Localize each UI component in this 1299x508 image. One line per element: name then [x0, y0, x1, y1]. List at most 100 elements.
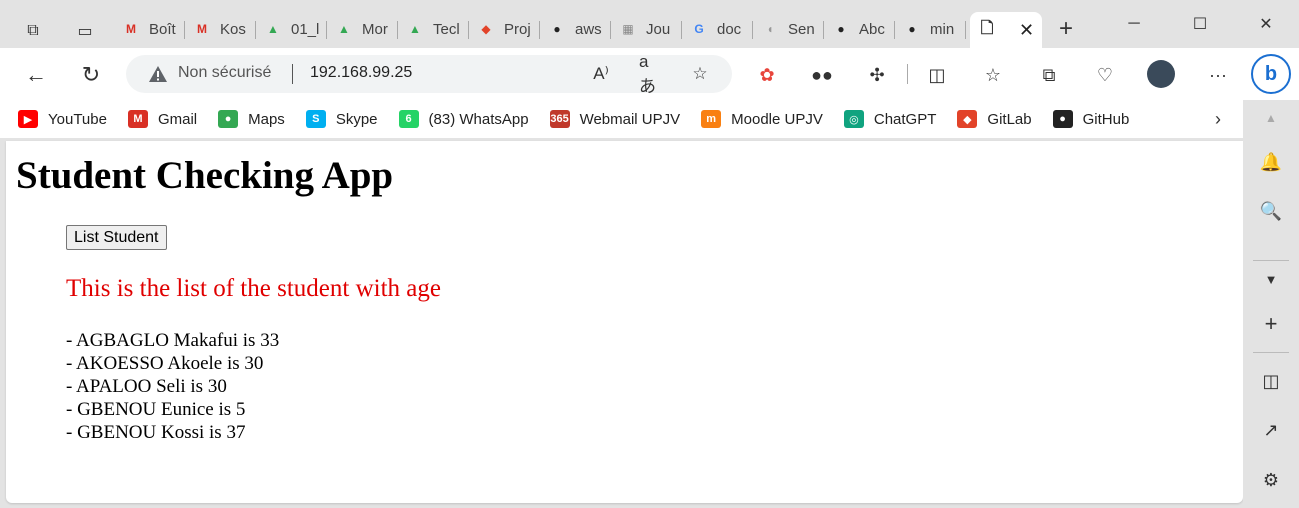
- tab-list: M Boît M Kos ▲ 01_l ▲ Mor ▲ Tecl ◆ Proj ● aws ▦ Jou Gdoc…: [114, 12, 1086, 48]
- read-aloud-icon[interactable]: A⁾: [590, 63, 612, 85]
- bookmarks-bar: ▶ YouTube M Gmail ● Maps S Skype 6 (83) WhatsApp 3…: [0, 100, 1243, 138]
- browser-tab[interactable]: Gdoc: [682, 12, 753, 46]
- page-icon: ▦: [622, 22, 634, 36]
- sidebar-separator: [1253, 260, 1289, 261]
- minimize-icon[interactable]: ─: [1101, 0, 1167, 48]
- settings-gear-icon[interactable]: ⚙: [1257, 466, 1285, 494]
- bookmark-github[interactable]: ● GitHub: [1052, 110, 1130, 128]
- chatgpt-icon: ◎: [843, 110, 864, 128]
- hide-sidebar-icon[interactable]: ◫: [1257, 367, 1285, 395]
- bing-copilot-icon[interactable]: b: [1251, 54, 1291, 94]
- bookmark-label: GitHub: [1082, 110, 1130, 128]
- page-icon: 🗋: [980, 19, 994, 37]
- tab-title: Tecl: [433, 20, 460, 38]
- browser-tab[interactable]: ◆ Proj: [469, 12, 540, 46]
- scroll-up-icon[interactable]: ▲: [1257, 104, 1285, 132]
- workspaces-icon[interactable]: ⧉: [16, 14, 50, 48]
- back-arrow-icon[interactable]: ←: [19, 58, 53, 92]
- address-bar[interactable]: Non sécurisé 192.168.99.25 A⁾ aあ ☆: [126, 52, 732, 96]
- browser-tab[interactable]: ◖ Sen: [753, 12, 824, 46]
- bookmark-webmail-upjv[interactable]: 365 Webmail UPJV: [549, 110, 681, 128]
- bookmark-gmail[interactable]: M Gmail: [127, 110, 198, 128]
- notification-bell-icon[interactable]: 🔔: [1257, 148, 1285, 176]
- bookmark-83-whatsapp[interactable]: 6 (83) WhatsApp: [398, 110, 529, 128]
- bookmark-label: ChatGPT: [873, 110, 937, 128]
- address-separator: [292, 64, 293, 84]
- url-text[interactable]: 192.168.99.25: [310, 64, 412, 82]
- external-link-icon[interactable]: ↗: [1257, 416, 1285, 444]
- search-icon[interactable]: 🔍: [1257, 197, 1285, 225]
- tab-title: Proj: [504, 20, 531, 38]
- google-drive-icon: ▲: [338, 22, 350, 36]
- list-student-button[interactable]: List Student: [66, 225, 167, 250]
- bookmark-moodle-upjv[interactable]: m Moodle UPJV: [701, 110, 823, 128]
- chevron-down-icon[interactable]: ▼: [1257, 265, 1285, 293]
- new-tab-icon[interactable]: +: [1046, 12, 1086, 46]
- gmail-icon: M: [126, 22, 136, 36]
- browser-tab[interactable]: ● Abc: [824, 12, 895, 46]
- gitlab-icon: ◆: [481, 22, 491, 36]
- window-close-icon[interactable]: ✕: [1233, 0, 1299, 48]
- browser-tab[interactable]: ▲ 01_l: [256, 12, 327, 46]
- bookmark-label: Webmail UPJV: [579, 110, 681, 128]
- list-caption: This is the list of the student with age: [66, 275, 441, 302]
- vertical-tabs-icon[interactable]: ▭: [68, 14, 102, 48]
- more-menu-icon[interactable]: ···: [1203, 60, 1233, 90]
- gmail-icon: M: [127, 110, 148, 128]
- github-icon: ●: [908, 22, 916, 36]
- bookmark-youtube[interactable]: ▶ YouTube: [18, 110, 107, 128]
- bookmark-skype[interactable]: S Skype: [305, 110, 378, 128]
- profile-avatar[interactable]: [1147, 60, 1175, 88]
- skype-icon: S: [305, 110, 326, 128]
- docker-icon: ◖: [766, 22, 774, 36]
- reload-icon[interactable]: ↻: [74, 58, 108, 92]
- extension-dots-icon[interactable]: ●●: [807, 60, 837, 90]
- bookmark-gitlab[interactable]: ◆ GitLab: [957, 110, 1032, 128]
- maximize-icon[interactable]: ☐: [1167, 0, 1233, 48]
- active-tab[interactable]: 🗋 ✕: [970, 12, 1042, 48]
- bookmark-label: YouTube: [48, 110, 107, 128]
- bookmark-label: Maps: [248, 110, 285, 128]
- browser-tab[interactable]: M Kos: [185, 12, 256, 46]
- bookmark-label: (83) WhatsApp: [428, 110, 529, 128]
- bookmark-label: Gmail: [157, 110, 198, 128]
- browser-tab[interactable]: ▲ Mor: [327, 12, 398, 46]
- student-list-item: - APALOO Seli is 30: [66, 376, 227, 397]
- browser-tab[interactable]: ▦ Jou: [611, 12, 682, 46]
- browser-window: ⧉ ▭ M Boît M Kos ▲ 01_l ▲ Mor ▲ Tecl ◆ Proj ● aws ▦ Jou…: [0, 0, 1299, 508]
- browser-tab[interactable]: ▲ Tecl: [398, 12, 469, 46]
- favorites-icon[interactable]: ☆: [978, 60, 1008, 90]
- tab-title: 01_l: [291, 20, 319, 38]
- security-status-label[interactable]: Non sécurisé: [178, 64, 271, 82]
- favorite-star-icon[interactable]: ☆: [689, 63, 711, 85]
- github-icon: ●: [1052, 110, 1073, 128]
- split-screen-icon[interactable]: ◫: [922, 60, 952, 90]
- student-list-item: - GBENOU Kossi is 37: [66, 422, 246, 443]
- github-icon: ●: [553, 22, 561, 36]
- extension-flower-icon[interactable]: ✿: [752, 60, 782, 90]
- student-list-item: - AKOESSO Akoele is 30: [66, 353, 264, 374]
- browser-essentials-icon[interactable]: ♡: [1090, 60, 1120, 90]
- browser-tab[interactable]: ● aws: [540, 12, 611, 46]
- student-list-item: - AGBAGLO Makafui is 33: [66, 330, 280, 351]
- whatsapp-icon: 6: [398, 110, 419, 128]
- chevron-right-icon[interactable]: ›: [1215, 109, 1221, 130]
- bookmark-maps[interactable]: ● Maps: [218, 110, 285, 128]
- google-drive-icon: ▲: [409, 22, 421, 36]
- close-tab-icon[interactable]: ✕: [1019, 20, 1034, 41]
- browser-tab[interactable]: ● min: [895, 12, 966, 46]
- navigation-bar: ← ↻ Non sécurisé 192.168.99.25 A⁾ aあ ☆ ✿…: [0, 48, 1299, 100]
- window-controls: ─ ☐ ✕: [1101, 0, 1299, 48]
- bookmark-chatgpt[interactable]: ◎ ChatGPT: [843, 110, 937, 128]
- collections-icon[interactable]: ⧉: [1034, 60, 1064, 90]
- extensions-puzzle-icon[interactable]: ✣: [862, 60, 892, 90]
- add-icon[interactable]: +: [1257, 310, 1285, 338]
- warning-triangle-icon[interactable]: [148, 65, 168, 83]
- translate-icon[interactable]: aあ: [639, 52, 661, 96]
- page-title: Student Checking App: [16, 154, 394, 197]
- google-icon: G: [694, 22, 704, 36]
- browser-tab[interactable]: M Boît: [114, 12, 185, 46]
- gitlab-icon: ◆: [957, 110, 978, 128]
- bookmark-label: Skype: [335, 110, 378, 128]
- gmail-icon: M: [197, 22, 207, 36]
